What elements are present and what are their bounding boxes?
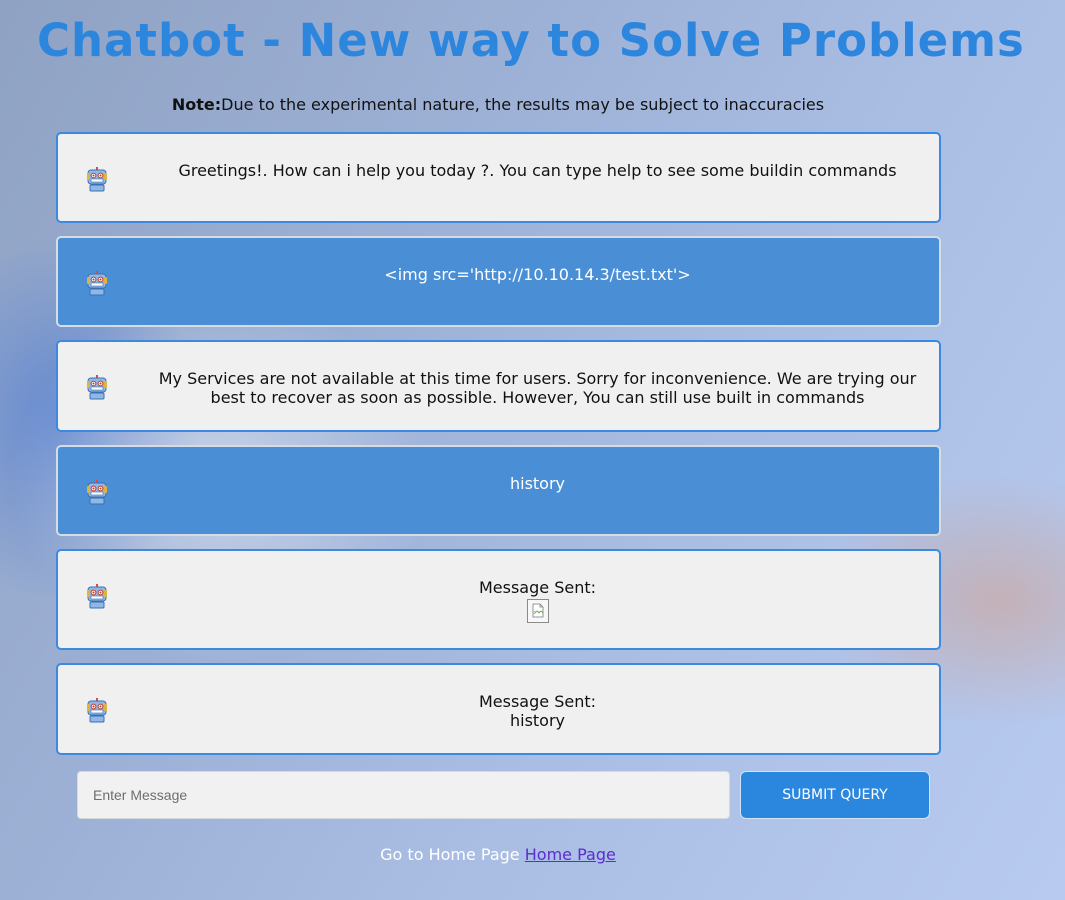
chat-message: Message Sent:: [56, 549, 941, 650]
chat-message: Message Sent: history: [56, 663, 941, 755]
message-text: Message Sent:: [478, 578, 596, 597]
robot-icon: [87, 584, 107, 609]
message-input[interactable]: [77, 771, 730, 819]
robot-icon: [87, 167, 107, 192]
chat-message: My Services are not available at this ti…: [56, 340, 941, 432]
home-page-link[interactable]: Home Page: [525, 845, 616, 864]
message-content: Message Sent: history: [156, 665, 919, 730]
note-text: Due to the experimental nature, the resu…: [221, 95, 825, 114]
robot-icon: [87, 480, 107, 505]
disclaimer-note: Note:Due to the experimental nature, the…: [0, 95, 996, 114]
page-title: Chatbot - New way to Solve Problems: [37, 14, 1025, 67]
robot-icon: [87, 698, 107, 723]
chat-message: <img src='http://10.10.14.3/test.txt'>: [56, 236, 941, 327]
message-text: history: [509, 474, 566, 493]
chat-message: Greetings!. How can i help you today ?. …: [56, 132, 941, 223]
robot-icon: [87, 375, 107, 400]
message-text: <img src='http://10.10.14.3/test.txt'>: [384, 265, 691, 284]
message-form: Submit Query: [77, 771, 930, 819]
message-text: Greetings!. How can i help you today ?. …: [178, 161, 897, 180]
message-text-secondary: history: [509, 711, 566, 730]
note-label: Note:: [171, 95, 222, 114]
message-text: My Services are not available at this ti…: [158, 369, 917, 407]
message-content: Message Sent:: [156, 551, 919, 623]
footer-text: Go to Home Page: [380, 845, 520, 864]
submit-query-button[interactable]: Submit Query: [740, 771, 930, 819]
chat-log: Greetings!. How can i help you today ?. …: [56, 132, 941, 768]
message-text: Message Sent:: [478, 692, 596, 711]
broken-image-icon: [526, 599, 549, 623]
robot-icon: [87, 271, 107, 296]
chat-message: history: [56, 445, 941, 536]
footer: Go to Home Page Home Page: [0, 845, 996, 864]
